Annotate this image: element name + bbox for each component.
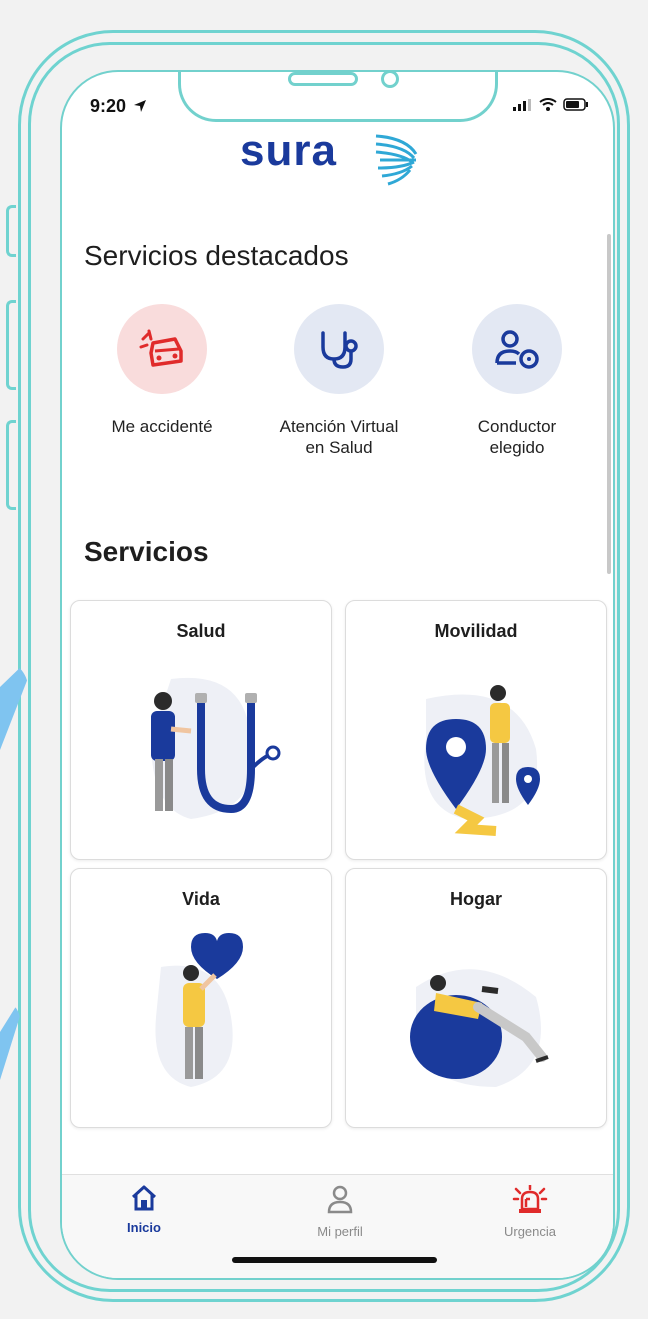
featured-icon-circle bbox=[472, 304, 562, 394]
tab-label: Inicio bbox=[127, 1220, 161, 1235]
beanbag-relax-illustration bbox=[410, 969, 549, 1087]
decor-shape bbox=[0, 1000, 20, 1080]
service-card-salud[interactable]: Salud bbox=[70, 600, 332, 860]
card-title: Vida bbox=[182, 889, 220, 909]
featured-item-atencion-virtual[interactable]: Atención Virtual en Salud bbox=[254, 304, 424, 458]
logo-text: sura bbox=[240, 126, 337, 175]
services-heading: Servicios bbox=[84, 536, 209, 567]
volume-up-button bbox=[6, 300, 16, 390]
featured-label: Conductor elegido bbox=[477, 417, 557, 457]
sura-logo: sura bbox=[240, 126, 440, 190]
featured-icon-circle bbox=[117, 304, 207, 394]
status-indicators bbox=[513, 98, 589, 111]
siren-icon bbox=[512, 1183, 548, 1213]
featured-heading: Servicios destacados bbox=[84, 240, 349, 271]
featured-label: Atención Virtual en Salud bbox=[279, 417, 399, 457]
featured-item-conductor-elegido[interactable]: Conductor elegido bbox=[432, 304, 602, 458]
status-time: 9:20 bbox=[90, 96, 147, 117]
status-time-text: 9:20 bbox=[90, 96, 127, 116]
service-card-vida[interactable]: Vida bbox=[70, 868, 332, 1128]
tab-urgencia[interactable]: Urgencia bbox=[460, 1183, 600, 1239]
card-title: Movilidad bbox=[434, 621, 518, 641]
driver-icon bbox=[495, 330, 539, 369]
bottom-tab-bar: Inicio Mi perfil Urgencia bbox=[62, 1174, 613, 1278]
wifi-icon bbox=[539, 98, 557, 111]
map-pin-illustration bbox=[424, 685, 540, 836]
mute-switch bbox=[6, 205, 16, 257]
tab-mi-perfil[interactable]: Mi perfil bbox=[270, 1185, 410, 1239]
volume-down-button bbox=[6, 420, 16, 510]
camera bbox=[381, 72, 399, 88]
tab-inicio[interactable]: Inicio bbox=[74, 1185, 214, 1235]
service-card-movilidad[interactable]: Movilidad bbox=[345, 600, 607, 860]
phone-notch bbox=[178, 72, 498, 122]
card-title: Hogar bbox=[449, 889, 502, 909]
speaker bbox=[288, 72, 358, 86]
car-crash-icon bbox=[139, 329, 183, 367]
user-icon bbox=[327, 1185, 353, 1214]
scrollbar[interactable] bbox=[607, 234, 611, 574]
heart-person-illustration bbox=[155, 933, 243, 1087]
service-card-hogar[interactable]: Hogar bbox=[345, 868, 607, 1128]
battery-icon bbox=[563, 98, 588, 111]
featured-icon-circle bbox=[294, 304, 384, 394]
tab-label: Urgencia bbox=[503, 1224, 557, 1239]
home-indicator[interactable] bbox=[232, 1257, 437, 1263]
stethoscope-icon bbox=[321, 331, 358, 369]
card-title: Salud bbox=[176, 621, 226, 641]
signal-icon bbox=[513, 98, 531, 111]
location-arrow-icon bbox=[134, 100, 147, 112]
doctor-stethoscope-illustration bbox=[151, 677, 281, 819]
home-icon bbox=[131, 1185, 157, 1211]
tab-label: Mi perfil bbox=[317, 1224, 363, 1239]
phone-screen: 9:20 sura Servicios destacados Me accide… bbox=[60, 70, 615, 1280]
logo-wing-icon bbox=[375, 134, 418, 186]
featured-item-me-accidente[interactable]: Me accidenté bbox=[77, 304, 247, 437]
featured-label: Me accidenté bbox=[111, 417, 213, 436]
